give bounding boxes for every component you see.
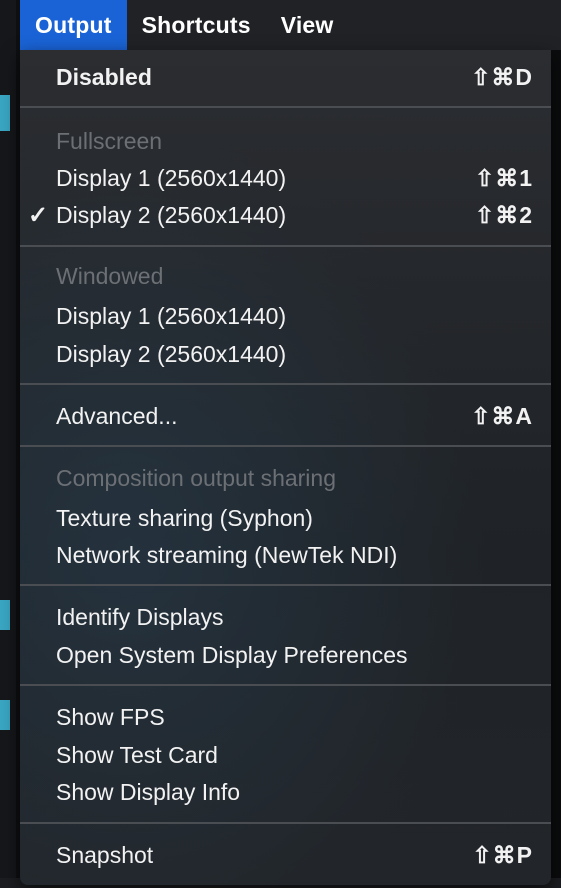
background-accent — [0, 600, 10, 630]
menu-item-shortcut: ⇧⌘2 — [474, 201, 533, 228]
menu-item-snapshot[interactable]: Snapshot ⇧⌘P — [20, 835, 551, 875]
menu-item-open-display-preferences[interactable]: Open System Display Preferences — [20, 635, 551, 675]
section-header-windowed: Windowed — [56, 262, 164, 289]
menu-item-label: Advanced... — [56, 402, 178, 429]
menubar-item-view[interactable]: View — [266, 0, 349, 50]
menu-item-label: Disabled — [56, 63, 152, 90]
menu-item-label: Display 2 (2560x1440) — [56, 201, 287, 228]
menu-item-label: Open System Display Preferences — [56, 641, 408, 668]
menu-item-label: Network streaming (NewTek NDI) — [56, 541, 398, 568]
menubar-item-label: Shortcuts — [141, 11, 251, 38]
menu-item-label: Display 1 (2560x1440) — [56, 164, 287, 191]
menu-item-windowed-display-1[interactable]: Display 1 (2560x1440) — [20, 296, 551, 336]
menu-item-label: Identify Displays — [56, 603, 224, 630]
output-menu: Disabled ⇧⌘D Fullscreen Display 1 (2560x… — [20, 50, 551, 885]
checkmark-icon: ✓ — [28, 201, 49, 229]
menu-separator — [20, 684, 551, 686]
menu-item-shortcut: ⇧⌘1 — [474, 164, 533, 191]
menu-item-network-streaming[interactable]: Network streaming (NewTek NDI) — [20, 535, 551, 575]
menu-item-windowed-display-2[interactable]: Display 2 (2560x1440) — [20, 334, 551, 374]
menu-item-label: Show Display Info — [56, 778, 241, 805]
background-app-edge-right — [551, 0, 561, 888]
menu-item-label: Show FPS — [56, 703, 165, 730]
menu-item-texture-sharing[interactable]: Texture sharing (Syphon) — [20, 498, 551, 538]
menu-item-identify-displays[interactable]: Identify Displays — [20, 597, 551, 637]
background-accent — [0, 95, 10, 131]
screen: Output Shortcuts View Disabled ⇧⌘D Fulls… — [0, 0, 561, 888]
menu-item-shortcut: ⇧⌘D — [471, 63, 533, 90]
menu-item-label: Show Test Card — [56, 741, 218, 768]
menu-item-shortcut: ⇧⌘P — [472, 841, 533, 868]
background-app-edge — [0, 0, 16, 888]
menu-item-label: Display 1 (2560x1440) — [56, 302, 287, 329]
section-header-output-sharing: Composition output sharing — [56, 464, 336, 491]
menu-item-fullscreen-display-2[interactable]: ✓ Display 2 (2560x1440) ⇧⌘2 — [20, 195, 551, 235]
menu-item-fullscreen-display-1[interactable]: Display 1 (2560x1440) ⇧⌘1 — [20, 158, 551, 198]
menu-item-advanced[interactable]: Advanced... ⇧⌘A — [20, 396, 551, 436]
section-header-fullscreen: Fullscreen — [56, 127, 163, 154]
menu-separator — [20, 245, 551, 247]
menu-item-show-test-card[interactable]: Show Test Card — [20, 735, 551, 775]
menu-item-disabled[interactable]: Disabled ⇧⌘D — [20, 57, 551, 97]
menu-separator — [20, 106, 551, 108]
menubar-item-label: View — [280, 11, 334, 38]
menu-separator — [20, 383, 551, 385]
menu-separator — [20, 445, 551, 447]
menu-item-show-display-info[interactable]: Show Display Info — [20, 772, 551, 812]
menu-item-label: Display 2 (2560x1440) — [56, 340, 287, 367]
menu-item-label: Snapshot — [56, 841, 154, 868]
menubar: Output Shortcuts View — [20, 0, 561, 50]
menu-item-label: Texture sharing (Syphon) — [56, 504, 313, 531]
menubar-item-output[interactable]: Output — [20, 0, 127, 50]
menu-item-shortcut: ⇧⌘A — [471, 402, 533, 429]
menu-separator — [20, 584, 551, 586]
menubar-item-label: Output — [35, 11, 112, 38]
menubar-item-shortcuts[interactable]: Shortcuts — [127, 0, 266, 50]
menu-item-show-fps[interactable]: Show FPS — [20, 697, 551, 737]
background-accent — [0, 700, 10, 730]
menu-separator — [20, 822, 551, 824]
